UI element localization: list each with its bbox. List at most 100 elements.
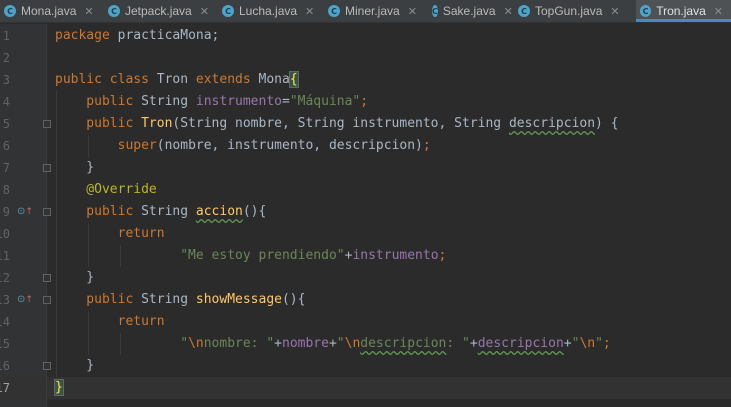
code-token: "Me estoy prendiendo" [180, 248, 345, 263]
code-line[interactable]: super(nombre, instrumento, descripcion); [47, 135, 731, 157]
close-icon[interactable]: ✕ [504, 5, 513, 18]
gutter-line: 16 [0, 355, 51, 377]
gutter-line: 7 [0, 157, 51, 179]
close-icon[interactable]: ✕ [714, 5, 723, 18]
tab-label: Mona.java [21, 4, 77, 18]
code-token: extends [195, 72, 259, 87]
code-token: accion [195, 204, 243, 219]
tab-mona[interactable]: C Mona.java ✕ [0, 0, 104, 22]
code-token: return [117, 226, 165, 241]
gutter-line: 9 ⊙↑ [0, 201, 51, 223]
code-line[interactable]: package practicaMona; [47, 25, 731, 47]
code-line[interactable]: } [47, 157, 731, 179]
tab-topgun[interactable]: C TopGun.java ✕ [514, 0, 636, 22]
gutter-line: 5 [0, 113, 51, 135]
editor-tab-bar: C Mona.java ✕ C Jetpack.java ✕ C Lucha.java ✕ C Mi… [0, 0, 731, 23]
code-line[interactable]: } [47, 355, 731, 377]
code-line-text: } [55, 267, 94, 289]
close-icon[interactable]: ✕ [305, 5, 314, 18]
gutter-line: 11 [0, 245, 46, 267]
code-line[interactable]: "Me estoy prendiendo"+instrumento; [47, 245, 731, 267]
code-token: public [55, 292, 142, 307]
java-class-icon: C [432, 5, 438, 17]
code-token: ) { [595, 116, 619, 131]
code-token: { [288, 71, 299, 88]
code-line[interactable]: public String showMessage(){ [47, 289, 731, 311]
line-number: 6 [2, 139, 10, 153]
code-line[interactable]: public Tron(String nombre, String instru… [47, 113, 731, 135]
code-token: descripcion [360, 336, 447, 351]
close-icon[interactable]: ✕ [84, 5, 93, 18]
tab-lucha[interactable]: C Lucha.java ✕ [218, 0, 324, 22]
gutter-line: 1 [0, 25, 46, 47]
line-number-gutter: 123456789⊙↑10111213⊙↑14151617 [0, 24, 51, 407]
code-line-text: public String accion(){ [55, 201, 266, 223]
close-icon[interactable]: ✕ [408, 5, 417, 18]
code-token: String [141, 292, 196, 307]
code-line[interactable]: } [47, 267, 731, 289]
code-token: return [117, 314, 165, 329]
code-editor[interactable]: package practicaMona; public class Tron e… [47, 24, 731, 407]
code-token: } [55, 270, 95, 285]
code-token: ; [422, 138, 431, 153]
code-line[interactable]: "\nnombre: "+nombre+"\ndescripcion: "+de… [47, 333, 731, 355]
java-class-icon: C [518, 5, 530, 17]
tab-sake[interactable]: C Sake.java ✕ [428, 0, 514, 22]
line-number: 13 [0, 293, 10, 307]
line-number: 15 [0, 337, 10, 351]
code-token: (String nombre, String instrumento, Stri… [172, 116, 509, 131]
code-token: Tron [156, 72, 196, 87]
code-token: " [180, 336, 189, 351]
gutter-line: 4 [0, 91, 46, 113]
code-token: nombre: " [203, 336, 275, 351]
code-line[interactable]: } [47, 377, 731, 399]
gutter-line: 6 [0, 135, 46, 157]
code-line[interactable]: public String instrumento="Máquina"; [47, 91, 731, 113]
code-token: instrumento [195, 94, 282, 109]
line-number: 10 [0, 227, 10, 241]
line-number: 7 [2, 161, 10, 175]
code-token: ; [602, 336, 611, 351]
code-token: \n [188, 336, 204, 351]
code-line[interactable] [47, 47, 731, 69]
line-number: 11 [0, 249, 10, 263]
code-line-text: super(nombre, instrumento, descripcion); [55, 135, 431, 157]
code-line[interactable]: public class Tron extends Mona{ [47, 69, 731, 91]
java-class-icon: C [640, 5, 652, 17]
gutter-line: 2 [0, 47, 46, 69]
code-token: + [469, 336, 478, 351]
code-token: } [55, 160, 95, 175]
code-token: + [563, 336, 572, 351]
code-line-text: } [54, 377, 64, 399]
tab-label: Lucha.java [239, 4, 298, 18]
code-line-text: return [55, 311, 165, 333]
code-line-text: "\nnombre: "+nombre+"\ndescripcion: "+de… [55, 333, 611, 355]
override-method-icon[interactable]: ⊙↑ [17, 294, 33, 306]
line-number: 17 [0, 381, 10, 395]
code-line[interactable]: public String accion(){ [47, 201, 731, 223]
line-number: 14 [0, 315, 10, 329]
line-number: 16 [0, 359, 10, 373]
close-icon[interactable]: ✕ [200, 5, 209, 18]
line-number: 8 [2, 183, 10, 197]
code-token: "Máquina" [289, 94, 361, 109]
code-line[interactable]: return [47, 223, 731, 245]
close-icon[interactable]: ✕ [610, 5, 619, 18]
code-line[interactable]: return [47, 311, 731, 333]
tab-label: Miner.java [345, 4, 400, 18]
tab-label: Jetpack.java [125, 4, 192, 18]
code-line[interactable]: @Override [47, 179, 731, 201]
code-token: nombre [282, 336, 329, 351]
tab-label: Tron.java [656, 4, 706, 18]
tab-tron[interactable]: C Tron.java ✕ [636, 0, 731, 22]
tab-miner[interactable]: C Miner.java ✕ [324, 0, 428, 22]
tab-jetpack[interactable]: C Jetpack.java ✕ [104, 0, 218, 22]
code-token: ; [438, 248, 447, 263]
code-token: " [595, 336, 603, 351]
line-number: 5 [2, 117, 10, 131]
override-method-icon[interactable]: ⊙↑ [17, 206, 33, 218]
tab-label: TopGun.java [535, 4, 603, 18]
